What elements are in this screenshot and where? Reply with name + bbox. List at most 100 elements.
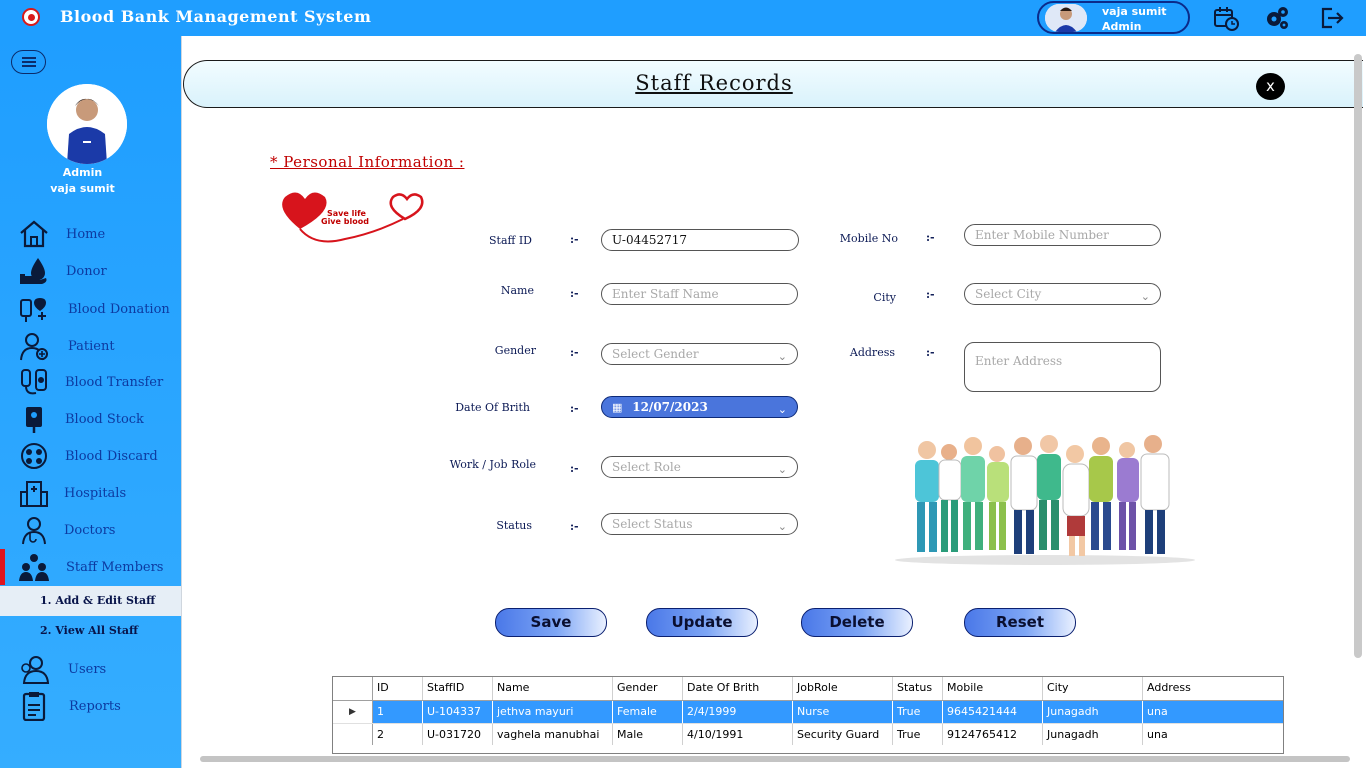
sidebar-item-blood-donation[interactable]: Blood Donation <box>0 291 181 327</box>
cell-address[interactable]: una <box>1143 701 1283 723</box>
delete-button[interactable]: Delete <box>801 608 913 637</box>
cell-name[interactable]: vaghela manubhai <box>493 724 613 745</box>
save-button[interactable]: Save <box>495 608 607 637</box>
sidebar-item-label: Reports <box>69 699 121 714</box>
column-header-address[interactable]: Address <box>1143 677 1283 700</box>
sidebar-item-label: Doctors <box>64 523 116 538</box>
horizontal-scrollbar[interactable] <box>200 756 1350 762</box>
sidebar-subitem-label: 1. Add & Edit Staff <box>40 594 156 607</box>
city-select[interactable]: Select City ⌄ <box>964 283 1161 305</box>
cell-name[interactable]: jethva mayuri <box>493 701 613 723</box>
cell-mobile[interactable]: 9124765412 <box>943 724 1043 745</box>
staff-data-grid[interactable]: ID StaffID Name Gender Date Of Brith Job… <box>332 676 1284 754</box>
cell-status[interactable]: True <box>893 724 943 745</box>
cell-staffid[interactable]: U-031720 <box>423 724 493 745</box>
column-header-status[interactable]: Status <box>893 677 943 700</box>
reset-button[interactable]: Reset <box>964 608 1076 637</box>
close-button[interactable]: x <box>1256 73 1285 100</box>
cell-address[interactable]: una <box>1143 724 1283 745</box>
app-title: Blood Bank Management System <box>60 7 372 26</box>
sidebar-item-blood-stock[interactable]: Blood Stock <box>0 401 181 437</box>
sidebar-item-staff-members[interactable]: Staff Members <box>0 549 181 585</box>
colon: :- <box>926 288 935 301</box>
job-role-label: Work / Job Role <box>449 458 536 471</box>
update-button[interactable]: Update <box>646 608 758 637</box>
sidebar-item-donor[interactable]: Donor <box>0 253 181 289</box>
user-role: Admin <box>1102 20 1142 33</box>
gender-label: Gender <box>494 344 536 357</box>
cell-status[interactable]: True <box>893 701 943 723</box>
name-label: Name <box>500 284 534 297</box>
cell-city[interactable]: Junagadh <box>1043 701 1143 723</box>
sidebar-item-blood-transfer[interactable]: Blood Transfer <box>0 364 181 400</box>
column-header-id[interactable]: ID <box>373 677 423 700</box>
sidebar-item-label: Blood Transfer <box>65 375 164 390</box>
table-row[interactable]: 2 U-031720 vaghela manubhai Male 4/10/19… <box>333 723 1283 745</box>
cell-mobile[interactable]: 9645421444 <box>943 701 1043 723</box>
blood-drop-logo-icon <box>22 8 40 26</box>
calendar-icon: ▦ <box>612 401 623 414</box>
sidebar-subitem-label: 2. View All Staff <box>40 624 139 637</box>
colon: :- <box>926 346 935 359</box>
sidebar: Admin vaja sumit Home Donor Blood Donati… <box>0 36 181 768</box>
sidebar-item-blood-discard[interactable]: Blood Discard <box>0 438 181 474</box>
staff-id-field[interactable]: U-04452717 <box>601 229 799 251</box>
medical-staff-illustration <box>885 432 1205 566</box>
profile-avatar <box>47 84 127 164</box>
cell-gender[interactable]: Male <box>613 724 683 745</box>
save-life-heart-logo: Save life Give blood <box>275 189 427 247</box>
column-header-gender[interactable]: Gender <box>613 677 683 700</box>
column-header-name[interactable]: Name <box>493 677 613 700</box>
sidebar-item-doctors[interactable]: Doctors <box>0 512 181 548</box>
table-row[interactable]: ▶ 1 U-104337 jethva mayuri Female 2/4/19… <box>333 701 1283 723</box>
cell-staffid[interactable]: U-104337 <box>423 701 493 723</box>
column-header-dob[interactable]: Date Of Brith <box>683 677 793 700</box>
cell-city[interactable]: Junagadh <box>1043 724 1143 745</box>
sidebar-item-patient[interactable]: Patient <box>0 328 181 364</box>
colon: :- <box>570 346 579 359</box>
cell-dob[interactable]: 2/4/1999 <box>683 701 793 723</box>
column-header-mobile[interactable]: Mobile <box>943 677 1043 700</box>
logo-text-give-blood: Give blood <box>321 217 369 226</box>
column-header-staffid[interactable]: StaffID <box>423 677 493 700</box>
status-select[interactable]: Select Status ⌄ <box>601 513 798 535</box>
main-panel: Staff Records x * Personal Information :… <box>181 36 1366 768</box>
chevron-down-icon: ⌄ <box>777 463 787 476</box>
column-header-jobrole[interactable]: JobRole <box>793 677 893 700</box>
home-icon <box>18 219 50 249</box>
address-textarea[interactable]: Enter Address <box>964 342 1161 392</box>
cell-id[interactable]: 1 <box>373 701 423 723</box>
settings-gears-icon[interactable] <box>1264 5 1290 31</box>
sidebar-item-users[interactable]: Users <box>0 651 181 687</box>
avatar <box>1045 4 1087 32</box>
logout-icon[interactable] <box>1319 5 1345 31</box>
cell-id[interactable]: 2 <box>373 724 423 745</box>
cell-dob[interactable]: 4/10/1991 <box>683 724 793 745</box>
sidebar-role: Admin <box>62 166 103 179</box>
user-name: vaja sumit <box>1102 5 1167 18</box>
sidebar-item-hospitals[interactable]: Hospitals <box>0 475 181 511</box>
sidebar-subitem-view-all-staff[interactable]: 2. View All Staff <box>0 616 181 646</box>
colon: :- <box>570 402 579 415</box>
colon: :- <box>926 231 935 244</box>
menu-toggle-button[interactable] <box>11 50 46 74</box>
cell-jobrole[interactable]: Security Guard <box>793 724 893 745</box>
sidebar-item-reports[interactable]: Reports <box>0 688 181 724</box>
staff-name-input[interactable]: Enter Staff Name <box>601 283 798 305</box>
title-bar: Blood Bank Management System vaja sumit … <box>0 0 1366 36</box>
calendar-clock-icon[interactable] <box>1213 5 1239 31</box>
reports-icon <box>18 691 50 722</box>
column-header-city[interactable]: City <box>1043 677 1143 700</box>
sidebar-subitem-add-edit-staff[interactable]: 1. Add & Edit Staff <box>0 586 181 616</box>
date-of-birth-picker[interactable]: ▦ 12/07/2023 ⌄ <box>601 396 798 418</box>
vertical-scrollbar[interactable] <box>1354 54 1362 658</box>
gender-select[interactable]: Select Gender ⌄ <box>601 343 798 365</box>
user-profile-chip[interactable]: vaja sumit Admin <box>1037 1 1190 34</box>
cell-gender[interactable]: Female <box>613 701 683 723</box>
mobile-number-input[interactable]: Enter Mobile Number <box>964 224 1161 246</box>
job-role-select[interactable]: Select Role ⌄ <box>601 456 798 478</box>
sidebar-item-home[interactable]: Home <box>0 216 181 252</box>
status-label: Status <box>496 519 532 532</box>
cell-jobrole[interactable]: Nurse <box>793 701 893 723</box>
sidebar-item-label: Home <box>66 227 106 242</box>
